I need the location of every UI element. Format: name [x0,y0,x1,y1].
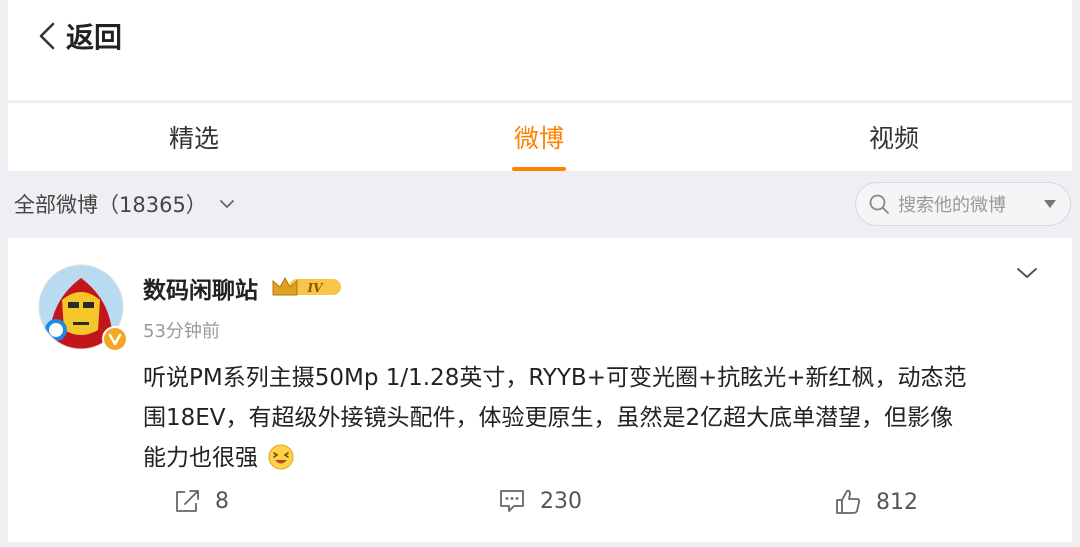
back-label: 返回 [66,21,123,54]
post-timestamp: 53分钟前 [143,321,220,342]
comment-icon [500,490,524,512]
search-input[interactable]: 搜索他的微博 [898,191,1044,217]
post-content-line-last: 能力也很强 [143,438,1043,478]
tab-weibo-label: 微博 [513,124,564,153]
back-button[interactable]: 返回 [38,14,122,58]
repost-count: 8 [215,488,229,514]
dropdown-caret-icon[interactable] [1044,200,1056,208]
like-button[interactable]: 812 [834,488,918,516]
weibo-post-card: 数码闲聊站 IV 53分钟前 听说PM系列主摄50Mp 1/1.28英寸，RYY… [8,238,1072,542]
verified-badge-icon [102,326,128,352]
laugh-emoji-icon [268,444,294,470]
active-tab-indicator [512,167,566,171]
post-more-chevron-icon[interactable] [1016,266,1038,280]
back-arrow-icon [39,22,55,50]
repost-icon [176,490,199,512]
weibo-filter-dropdown[interactable]: 全部微博（18365） [14,189,235,219]
post-content-line: 能力也很强 [143,445,258,471]
post-content-line: 听说PM系列主摄50Mp 1/1.28英寸，RYYB+可变光圈+抗眩光+新红枫，… [143,365,967,391]
filter-bar: 全部微博（18365） 搜索他的微博 [0,172,1080,238]
chevron-down-icon [219,200,234,208]
tab-video-label: 视频 [868,124,919,153]
post-content-line: 围18EV，有超级外接镜头配件，体验更原生，虽然是2亿超大底单潜望，但影像 [143,405,954,431]
tab-featured-label: 精选 [168,124,219,153]
like-icon [836,489,861,514]
tab-weibo[interactable]: 微博 [503,103,575,171]
tab-featured[interactable]: 精选 [158,103,230,171]
search-box[interactable]: 搜索他的微博 [855,182,1071,226]
tab-bar: 精选 微博 视频 [8,103,1072,171]
post-actions: 8 230 812 [8,488,1072,524]
comment-button[interactable]: 230 [498,488,582,514]
vip-crown-icon: IV [272,276,341,296]
repost-button[interactable]: 8 [173,488,229,514]
search-icon [869,194,889,214]
tab-video[interactable]: 视频 [858,103,930,171]
post-content: 听说PM系列主摄50Mp 1/1.28英寸，RYYB+可变光圈+抗眩光+新红枫，… [143,358,1043,478]
top-bar: 返回 [8,0,1072,100]
comment-count: 230 [540,488,582,514]
filter-label: 全部微博（18365） [14,193,207,217]
like-count: 812 [876,489,918,515]
post-username[interactable]: 数码闲聊站 [143,271,258,305]
vip-level-label: IV [307,281,325,295]
